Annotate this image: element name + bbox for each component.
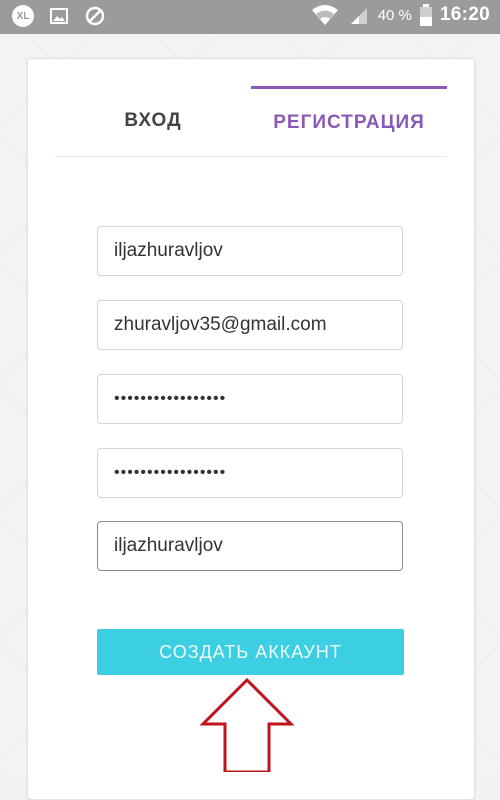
auth-tabs: ВХОД РЕГИСТРАЦИЯ xyxy=(55,86,447,157)
image-notification-icon xyxy=(48,5,70,27)
wifi-icon xyxy=(310,4,340,26)
battery-percentage: 40 % xyxy=(377,6,412,24)
up-arrow-annotation xyxy=(199,677,295,772)
tab-register[interactable]: РЕГИСТРАЦИЯ xyxy=(251,86,447,156)
password-field[interactable]: ••••••••••••••••• xyxy=(97,374,403,424)
username-field[interactable]: iljazhuravljov xyxy=(97,226,403,276)
xl-badge-icon: XL xyxy=(12,5,34,27)
blocked-icon xyxy=(84,5,106,27)
clock: 16:20 xyxy=(439,4,490,25)
display-name-field[interactable]: iljazhuravljov xyxy=(97,521,403,571)
tab-login[interactable]: ВХОД xyxy=(55,86,251,156)
status-bar: XL 40 % 16:20 xyxy=(0,0,500,34)
create-account-button[interactable]: СОЗДАТЬ АККАУНТ xyxy=(97,629,404,675)
battery-icon xyxy=(419,4,432,26)
password-confirm-field[interactable]: ••••••••••••••••• xyxy=(97,448,403,498)
signal-icon xyxy=(348,4,370,26)
email-field[interactable]: zhuravljov35@gmail.com xyxy=(97,300,403,350)
